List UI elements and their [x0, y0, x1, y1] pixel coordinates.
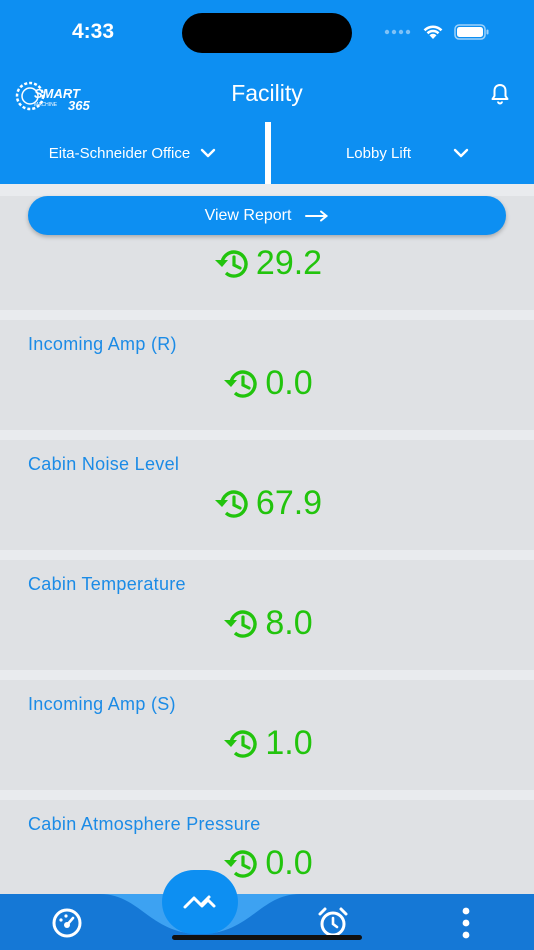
status-icons: [384, 24, 490, 40]
sensor-value-row: 0.0: [0, 364, 534, 403]
sensor-value: 67.9: [255, 484, 323, 522]
view-report-label: View Report: [204, 206, 292, 224]
sensor-label: Incoming Amp (S): [28, 694, 176, 714]
sensor-card[interactable]: Incoming Amp (S) 1.0: [0, 680, 534, 790]
sensor-list[interactable]: 29.2 Incoming Amp (R) 0.0 Cabin Noise Le…: [0, 184, 534, 894]
sensor-value: 1.0: [265, 724, 313, 762]
status-time: 4:33: [72, 20, 115, 43]
more-vertical-icon[interactable]: [449, 906, 483, 940]
wifi-icon: [423, 25, 443, 39]
lift-dropdown[interactable]: Lobby Lift: [271, 122, 534, 184]
sensor-value: 0.0: [265, 844, 313, 882]
app-header: SMART MACHINE 365 Facility: [0, 68, 534, 122]
history-clock-icon: [214, 489, 248, 518]
sensor-value: 29.2: [255, 244, 323, 282]
sensor-value-row: 8.0: [0, 604, 534, 643]
chevron-down-icon: [201, 148, 216, 158]
sensor-value: 0.0: [265, 364, 313, 402]
history-clock-icon: [224, 609, 258, 638]
bell-icon[interactable]: [488, 82, 512, 106]
chevron-down-icon: [453, 148, 469, 158]
battery-icon: [454, 24, 489, 40]
sensor-label: Cabin Atmosphere Pressure: [28, 814, 261, 834]
sensor-label: Cabin Temperature: [28, 574, 186, 594]
view-report-button[interactable]: View Report: [28, 196, 506, 235]
lift-dropdown-label: Lobby Lift: [345, 144, 412, 162]
status-bar: 4:33: [0, 0, 534, 68]
history-clock-icon: [214, 249, 248, 278]
sensor-value: 8.0: [265, 604, 313, 642]
office-dropdown-label: Eita-Schneider Office: [48, 144, 191, 162]
sensor-card[interactable]: Cabin Temperature 8.0: [0, 560, 534, 670]
sensor-card[interactable]: Cabin Noise Level 67.9: [0, 440, 534, 550]
home-indicator: [172, 935, 362, 940]
sensor-value-row: 67.9: [0, 484, 534, 523]
sensor-value-row: 1.0: [0, 724, 534, 763]
sensor-label: Incoming Amp (R): [28, 334, 177, 354]
sensor-value-row: 0.0: [0, 844, 534, 883]
page-title: Facility: [231, 80, 303, 106]
trend-fab-button[interactable]: [162, 870, 238, 934]
dynamic-island: [182, 13, 352, 53]
office-dropdown[interactable]: Eita-Schneider Office: [0, 122, 265, 184]
sensor-card[interactable]: Cabin Atmosphere Pressure 0.0: [0, 800, 534, 894]
history-clock-icon: [224, 369, 258, 398]
signal-dots-icon: [384, 29, 411, 35]
sensor-value-row: 29.2: [0, 244, 534, 283]
arrow-right-icon: [305, 210, 329, 221]
sensor-label: Cabin Noise Level: [28, 454, 180, 474]
history-clock-icon: [224, 729, 258, 758]
history-clock-icon: [224, 849, 258, 878]
trend-icon: [183, 895, 216, 909]
sensor-card[interactable]: Incoming Amp (R) 0.0: [0, 320, 534, 430]
dashboard-icon[interactable]: [50, 906, 84, 940]
selector-bar: Eita-Schneider Office Lobby Lift: [0, 122, 534, 184]
